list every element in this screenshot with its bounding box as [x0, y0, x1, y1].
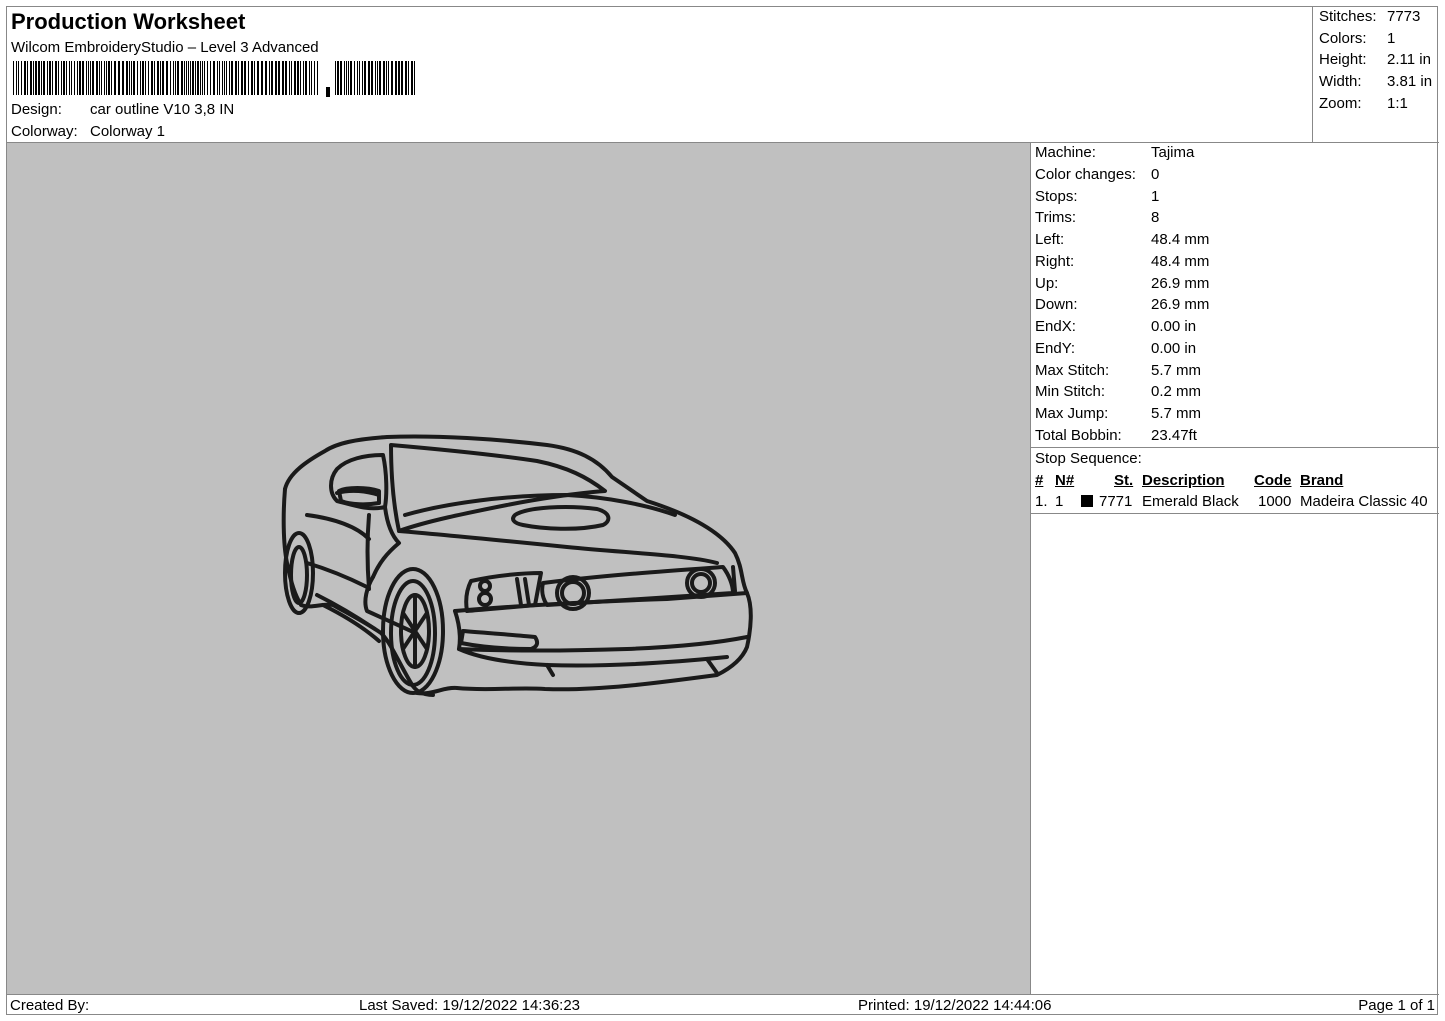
machine-info-label: Stops: [1035, 187, 1078, 205]
width-row: Width: 3.81 in [1319, 73, 1432, 90]
colorway-value: Colorway 1 [90, 123, 166, 140]
software-name: Wilcom EmbroideryStudio – Level 3 Advanc… [11, 39, 319, 56]
machine-info-row: Max Stitch: 5.7 mm [1035, 362, 1201, 379]
stop-row-n: 1 [1055, 493, 1064, 510]
page-number: Page 1 of 1 [1358, 997, 1435, 1014]
design-row: Design: car outline V10 3,8 IN [11, 101, 234, 118]
machine-info-label: Left: [1035, 231, 1065, 248]
machine-info-value: 0.00 in [1151, 339, 1197, 357]
machine-info-value: 26.9 mm [1151, 296, 1210, 314]
machine-info-value: Tajima [1151, 144, 1195, 161]
height-label: Height: [1319, 51, 1367, 68]
height-row: Height: 2.11 in [1319, 51, 1431, 68]
machine-info-value: 48.4 mm [1151, 231, 1210, 248]
page-title: Production Worksheet [11, 9, 246, 34]
width-value: 3.81 in [1387, 73, 1433, 90]
stop-row-brand: Madeira Classic 40 [1300, 493, 1428, 510]
machine-info-row: Up: 26.9 mm [1035, 275, 1209, 292]
thread-color-swatch [1081, 495, 1093, 507]
design-preview [7, 143, 1031, 994]
machine-info-row: Total Bobbin: 23.47ft [1035, 427, 1197, 444]
production-worksheet: Production Worksheet Wilcom EmbroiderySt… [6, 6, 1439, 1016]
stop-row-st: 7771 [1099, 493, 1133, 510]
stop-row-code: 1000 [1258, 493, 1292, 510]
machine-info-value: 5.7 mm [1151, 405, 1202, 422]
machine-info-label: Trims: [1035, 209, 1077, 227]
col-header-description: Description [1142, 472, 1225, 489]
zoom-value: 1:1 [1387, 95, 1408, 112]
machine-info-row: Down: 26.9 mm [1035, 296, 1209, 313]
stop-sequence: Stop Sequence: # N# St. Description Code… [1031, 448, 1439, 514]
col-header-brand: Brand [1300, 472, 1344, 489]
col-header-num: # [1035, 472, 1044, 489]
design-value: car outline V10 3,8 IN [90, 101, 235, 118]
machine-info-value: 0 [1151, 165, 1160, 183]
machine-info-value: 48.4 mm [1151, 252, 1210, 270]
last-saved: Last Saved: 19/12/2022 14:36:23 [359, 997, 581, 1014]
machine-info-label: Max Jump: [1035, 405, 1109, 422]
machine-info-row: Min Stitch: 0.2 mm [1035, 383, 1201, 400]
machine-info-label: Total Bobbin: [1035, 426, 1122, 444]
machine-info-row: EndY: 0.00 in [1035, 340, 1196, 357]
worksheet-header: Production Worksheet Wilcom EmbroiderySt… [7, 7, 1313, 143]
barcode [13, 61, 415, 97]
colorway-label: Colorway: [11, 123, 78, 140]
machine-info-row: Right: 48.4 mm [1035, 253, 1209, 270]
car-outline-embroidery [281, 434, 753, 697]
stitches-row: Stitches: 7773 [1319, 8, 1420, 25]
colors-value: 1 [1387, 30, 1396, 47]
stop-row-num: 1. [1035, 493, 1048, 510]
machine-info-value: 0.00 in [1151, 318, 1197, 335]
machine-info-label: EndY: [1035, 339, 1076, 357]
machine-info-value: 5.7 mm [1151, 361, 1202, 379]
machine-info-value: 0.2 mm [1151, 383, 1202, 401]
machine-info-label: Down: [1035, 296, 1078, 314]
worksheet-footer: Created By: Last Saved: 19/12/2022 14:36… [7, 994, 1439, 1016]
width-label: Width: [1319, 73, 1362, 90]
machine-info-label: Machine: [1035, 144, 1096, 161]
col-header-code: Code [1254, 472, 1292, 489]
machine-info-value: 23.47ft [1151, 426, 1197, 444]
zoom-row: Zoom: 1:1 [1319, 95, 1408, 112]
machine-info-row: Trims: 8 [1035, 209, 1159, 226]
machine-info-label: EndX: [1035, 318, 1076, 335]
machine-info-row: Max Jump: 5.7 mm [1035, 405, 1201, 422]
colors-row: Colors: 1 [1319, 30, 1395, 47]
machine-info-label: Max Stitch: [1035, 361, 1110, 379]
machine-info-label: Min Stitch: [1035, 383, 1106, 401]
zoom-label: Zoom: [1319, 95, 1362, 112]
height-value: 2.11 in [1387, 51, 1431, 68]
machine-info: Machine: Tajima Color changes: 0 Stops: 1 Trim… [1031, 143, 1439, 448]
machine-info-label: Up: [1035, 274, 1059, 292]
machine-info-row: Left: 48.4 mm [1035, 231, 1209, 248]
colors-label: Colors: [1319, 30, 1367, 47]
stitches-value: 7773 [1387, 8, 1421, 25]
col-header-st: St. [1114, 472, 1134, 489]
machine-info-value: 8 [1151, 209, 1160, 227]
machine-info-row: EndX: 0.00 in [1035, 318, 1196, 335]
machine-info-value: 26.9 mm [1151, 274, 1210, 292]
stitches-label: Stitches: [1319, 8, 1377, 25]
machine-info-row: Stops: 1 [1035, 188, 1159, 205]
printed-date: Printed: 19/12/2022 14:44:06 [858, 997, 1052, 1014]
design-label: Design: [11, 101, 62, 118]
stop-sequence-caption: Stop Sequence: [1035, 450, 1142, 467]
col-header-n: N# [1055, 472, 1075, 489]
stop-row-description: Emerald Black [1142, 493, 1239, 510]
machine-info-value: 1 [1151, 187, 1160, 205]
design-stats: Stitches: 7773 Colors: 1 Height: 2.11 in Wi… [1313, 7, 1439, 143]
created-by: Created By: [10, 997, 90, 1014]
colorway-row: Colorway: Colorway 1 [11, 123, 165, 140]
machine-info-label: Right: [1035, 252, 1075, 270]
machine-info-label: Color changes: [1035, 165, 1136, 183]
machine-info-row: Machine: Tajima [1035, 144, 1194, 161]
machine-info-row: Color changes: 0 [1035, 166, 1159, 183]
